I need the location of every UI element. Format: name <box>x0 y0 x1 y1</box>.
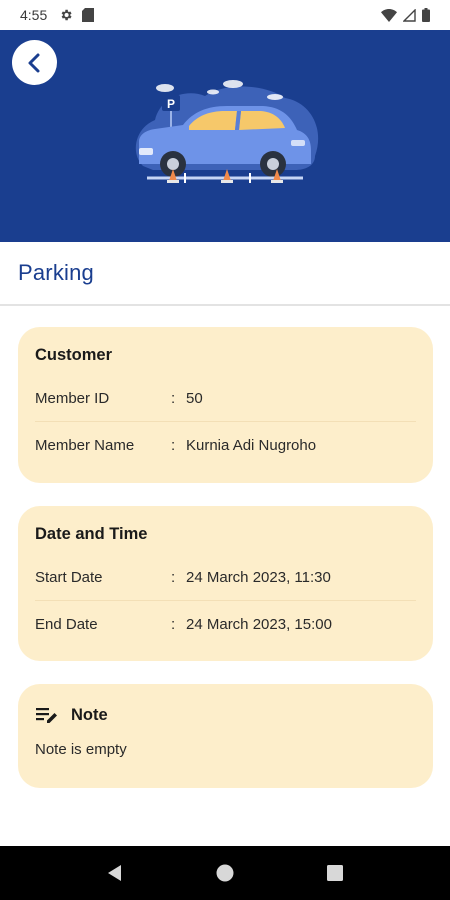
start-date-value: 24 March 2023, 11:30 <box>186 568 331 586</box>
wifi-icon <box>381 8 397 22</box>
signal-icon <box>403 8 416 22</box>
car-parking-illustration: P <box>135 80 319 183</box>
page-title: Parking <box>18 260 94 285</box>
start-date-row: Start Date : 24 March 2023, 11:30 <box>35 554 416 600</box>
edit-note-icon <box>36 708 57 723</box>
row-separator: : <box>171 568 176 586</box>
status-left-icons <box>59 8 95 22</box>
header-banner: P <box>0 30 450 242</box>
back-button[interactable] <box>12 40 57 85</box>
note-title: Note <box>71 705 108 724</box>
member-name-row: Member Name : Kurnia Adi Nugroho <box>35 422 416 468</box>
sd-card-icon <box>82 8 95 22</box>
member-id-row: Member ID : 50 <box>35 375 416 421</box>
customer-card-title: Customer <box>35 346 113 364</box>
row-separator: : <box>171 389 176 407</box>
row-label: Start Date <box>35 568 103 586</box>
member-id-value: 50 <box>186 389 203 407</box>
row-label: End Date <box>35 615 98 633</box>
system-nav-bar <box>0 846 450 900</box>
gear-icon <box>61 9 72 21</box>
row-separator: : <box>171 436 176 454</box>
row-label: Member ID <box>35 389 110 407</box>
nav-home-button[interactable] <box>205 853 245 893</box>
note-text: Note is empty <box>35 741 127 758</box>
nav-recents-button[interactable] <box>315 853 355 893</box>
battery-icon <box>422 8 430 22</box>
status-right-icons <box>381 8 430 22</box>
nav-back-button[interactable] <box>95 853 135 893</box>
datetime-card-title: Date and Time <box>35 525 148 543</box>
status-bar: 4:55 <box>0 0 450 30</box>
end-date-value: 24 March 2023, 15:00 <box>186 615 332 633</box>
traffic-cone-icon <box>221 169 233 183</box>
end-date-row: End Date : 24 March 2023, 15:00 <box>35 601 416 647</box>
page-title-bar: Parking <box>0 242 450 306</box>
back-triangle-icon <box>108 865 121 881</box>
chevron-left-icon <box>28 53 39 72</box>
home-circle-icon <box>216 864 234 882</box>
member-name-value: Kurnia Adi Nugroho <box>186 436 317 454</box>
note-header: Note <box>35 705 108 725</box>
parking-sign-text: P <box>167 97 175 111</box>
recents-square-icon <box>327 865 343 881</box>
customer-card: Customer Member ID : 50 Member Name : Ku… <box>18 327 433 483</box>
row-label: Member Name <box>35 436 135 454</box>
datetime-card: Date and Time Start Date : 24 March 2023… <box>18 506 433 661</box>
row-separator: : <box>171 615 176 633</box>
note-card: Note Note is empty <box>18 684 433 788</box>
status-time: 4:55 <box>20 7 48 23</box>
